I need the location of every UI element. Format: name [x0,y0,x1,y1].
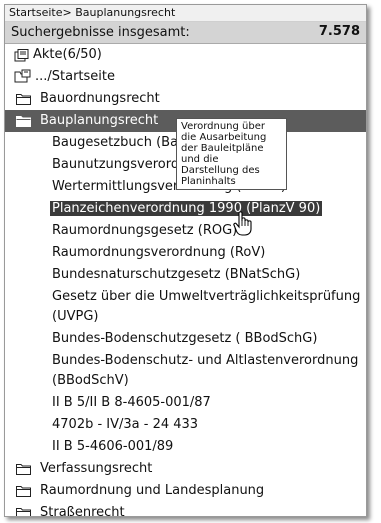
tree-subitem[interactable]: Raumordnungsverordnung (RoV) [5,242,366,264]
tree-item-raumordnung[interactable]: Raumordnung und Landesplanung [5,480,366,502]
tree-subitem[interactable]: Bundesnaturschutzgesetz (BNatSchG) [5,264,366,286]
tree-item-startseite[interactable]: .../Startseite [5,66,366,88]
tree-subitem-label: Raumordnungsgesetz (ROG) [52,223,238,238]
tree-subitem-label: (BBodSchV) [52,373,129,388]
tree-subitem-label: Raumordnungsverordnung (RoV) [52,245,266,260]
tree-subitem[interactable]: Bundes-Bodenschutz- und Altlastenverordn… [5,350,366,372]
folder-icon [16,463,31,475]
folder-icon [16,485,31,497]
results-summary: Suchergebnisse insgesamt: 7.578 [5,22,366,44]
tree-subitem-label: Bundes-Bodenschutzgesetz ( BBodSchG) [52,331,318,346]
tree-subitem-label: Gesetz über die Umweltverträglichkeitspr… [52,289,361,304]
breadcrumb-text[interactable]: Startseite> Bauplanungsrecht [9,6,175,19]
tooltip-line: Verordnung über [181,121,265,132]
folder-icon [16,507,31,516]
tree-item-label: Raumordnung und Landesplanung [40,483,265,498]
home-folder-icon [14,69,31,84]
tree-subitem-label: Planzeichenverordnung 1990 (PlanzV 90) [50,201,323,216]
tree-subitem-label: 4702b - IV/3a - 24 433 [52,417,199,432]
tree-item-label: .../Startseite [35,69,116,84]
tree-item-akte[interactable]: Akte(6/50) [5,44,366,66]
folder-icon [16,115,31,127]
tooltip-line: die Ausarbeitung [181,132,267,143]
tree-subitem-label: Bundes-Bodenschutz- und Altlastenverordn… [52,353,359,368]
navigation-panel: Startseite> Bauplanungsrecht Suchergebni… [4,4,367,517]
tooltip-line: und die [181,154,219,165]
tooltip-line: Planinhalts [181,176,236,187]
tree-item-label: Akte(6/50) [33,47,102,62]
tree-subitem-label: II B 5/II B 8-4605-001/87 [52,395,211,410]
tree-item-label: Straßenrecht [40,505,125,517]
files-icon [14,48,31,62]
tree-item-strassenrecht[interactable]: Straßenrecht [5,502,366,517]
hand-cursor-icon [233,211,255,241]
tree-item-label: Bauordnungsrecht [40,91,160,106]
tree-item-verfassungsrecht[interactable]: Verfassungsrecht [5,458,366,480]
tree-subitem[interactable]: Bundes-Bodenschutzgesetz ( BBodSchG) [5,328,366,350]
breadcrumb: Startseite> Bauplanungsrecht [5,5,366,22]
tree-subitem[interactable]: II B 5/II B 8-4605-001/87 [5,392,366,414]
tree-subitem-label: Bundesnaturschutzgesetz (BNatSchG) [52,267,301,282]
tree-subitem-label: (UVPG) [52,309,99,324]
tree-subitem-continued[interactable]: (BBodSchV) [5,370,366,392]
tooltip-line: der Bauleitpläne [181,143,264,154]
tree-subitem-continued[interactable]: (UVPG) [5,306,366,328]
tooltip: Verordnung über die Ausarbeitung der Bau… [176,118,287,190]
tree-subitem[interactable]: Raumordnungsgesetz (ROG) [5,220,366,242]
tree-subitem[interactable]: II B 5-4606-001/89 [5,436,366,458]
tree-item-label: Bauplanungsrecht [40,113,159,128]
tree-item-bauordnungsrecht[interactable]: Bauordnungsrecht [5,88,366,110]
results-label: Suchergebnisse insgesamt: [11,25,190,40]
tree-subitem[interactable]: Gesetz über die Umweltverträglichkeitspr… [5,286,366,308]
tree-subitem-hovered[interactable]: Planzeichenverordnung 1990 (PlanzV 90) [5,198,366,220]
tree-item-label: Verfassungsrecht [40,461,153,476]
results-count: 7.578 [318,24,360,39]
folder-icon [16,93,31,105]
tree-subitem-label: II B 5-4606-001/89 [52,439,174,454]
tooltip-line: Darstellung des [181,165,260,176]
tree-subitem[interactable]: 4702b - IV/3a - 24 433 [5,414,366,436]
